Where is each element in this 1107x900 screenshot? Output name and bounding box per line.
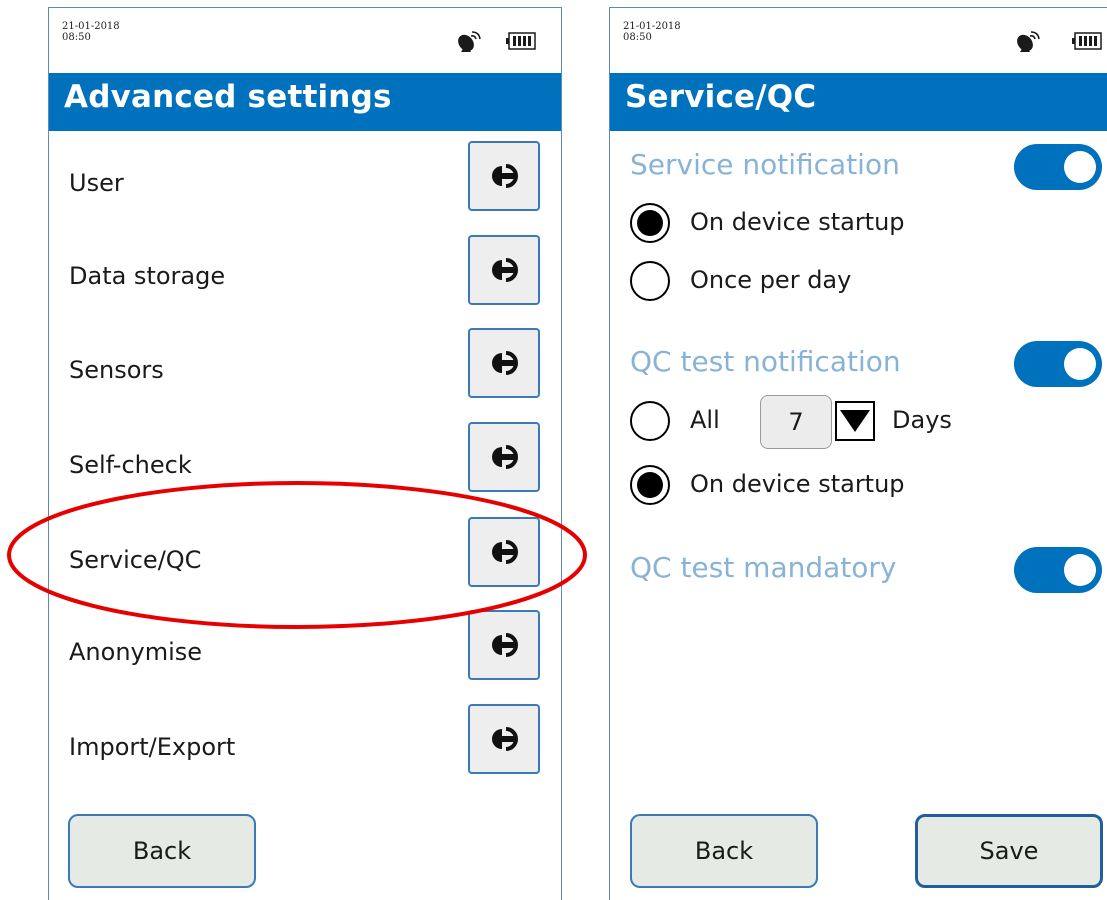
menu-item-anonymise-label: Anonymise: [69, 638, 203, 666]
import-export-open-button[interactable]: [468, 704, 540, 774]
service-on-startup-label: On device startup: [690, 208, 905, 236]
qc-test-mandatory-toggle[interactable]: [1014, 547, 1102, 593]
back-button[interactable]: Back: [68, 814, 256, 888]
arrow-right-icon: [492, 164, 518, 188]
status-date: 21-01-2018: [62, 21, 120, 32]
qc-test-notification-label: QC test notification: [630, 345, 901, 378]
back-button[interactable]: Back: [630, 814, 818, 888]
arrow-right-icon: [492, 540, 518, 564]
menu-item-service-qc-label: Service/QC: [69, 546, 202, 574]
toggle-knob: [1064, 348, 1096, 380]
menu-item-user-label: User: [69, 169, 124, 197]
arrow-right-icon: [492, 633, 518, 657]
service-once-per-day-label: Once per day: [690, 266, 852, 294]
status-time: 08:50: [62, 32, 91, 43]
qc-all-label: All: [690, 406, 720, 434]
save-button[interactable]: Save: [915, 814, 1103, 888]
toggle-knob: [1064, 151, 1096, 183]
qc-test-notification-toggle[interactable]: [1014, 341, 1102, 387]
status-datetime: 21-01-2018 08:50: [623, 21, 681, 43]
satellite-icon: [1017, 31, 1040, 52]
service-qc-screen: 21-01-2018 08:50 Service/QC Service noti…: [609, 7, 1107, 900]
service-once-per-day-radio[interactable]: [630, 261, 670, 301]
qc-on-startup-label: On device startup: [690, 470, 905, 498]
qc-on-startup-radio[interactable]: [630, 465, 670, 505]
qc-test-mandatory-label: QC test mandatory: [630, 551, 897, 584]
menu-item-import-export-label: Import/Export: [69, 733, 236, 761]
arrow-right-icon: [492, 445, 518, 469]
service-qc-open-button[interactable]: [468, 517, 540, 587]
page-title: Advanced settings: [64, 79, 392, 115]
service-notification-toggle[interactable]: [1014, 144, 1102, 190]
status-time: 08:50: [623, 32, 652, 43]
advanced-settings-screen: 21-01-2018 08:50 Advanced settings User …: [48, 7, 562, 900]
days-value-field[interactable]: 7: [760, 395, 832, 449]
arrow-right-icon: [492, 258, 518, 282]
service-on-startup-radio[interactable]: [630, 203, 670, 243]
toggle-knob: [1064, 554, 1096, 586]
arrow-right-icon: [492, 727, 518, 751]
days-unit-label: Days: [892, 406, 952, 434]
data-storage-open-button[interactable]: [468, 235, 540, 305]
self-check-open-button[interactable]: [468, 422, 540, 492]
menu-item-self-check-label: Self-check: [69, 451, 192, 479]
qc-all-radio[interactable]: [630, 401, 670, 441]
battery-icon: [506, 32, 536, 50]
title-bar: Service/QC: [610, 73, 1107, 131]
dropdown-arrow-icon: [840, 410, 870, 432]
days-dropdown-button[interactable]: [835, 401, 875, 441]
status-date: 21-01-2018: [623, 21, 681, 32]
satellite-icon: [458, 31, 481, 52]
arrow-right-icon: [492, 351, 518, 375]
menu-item-data-storage-label: Data storage: [69, 262, 226, 290]
user-open-button[interactable]: [468, 141, 540, 211]
anonymise-open-button[interactable]: [468, 610, 540, 680]
service-notification-label: Service notification: [630, 148, 900, 181]
status-datetime: 21-01-2018 08:50: [62, 21, 120, 43]
page-title: Service/QC: [625, 79, 817, 115]
battery-icon: [1072, 32, 1102, 50]
sensors-open-button[interactable]: [468, 328, 540, 398]
title-bar: Advanced settings: [49, 73, 561, 131]
menu-item-sensors-label: Sensors: [69, 356, 164, 384]
